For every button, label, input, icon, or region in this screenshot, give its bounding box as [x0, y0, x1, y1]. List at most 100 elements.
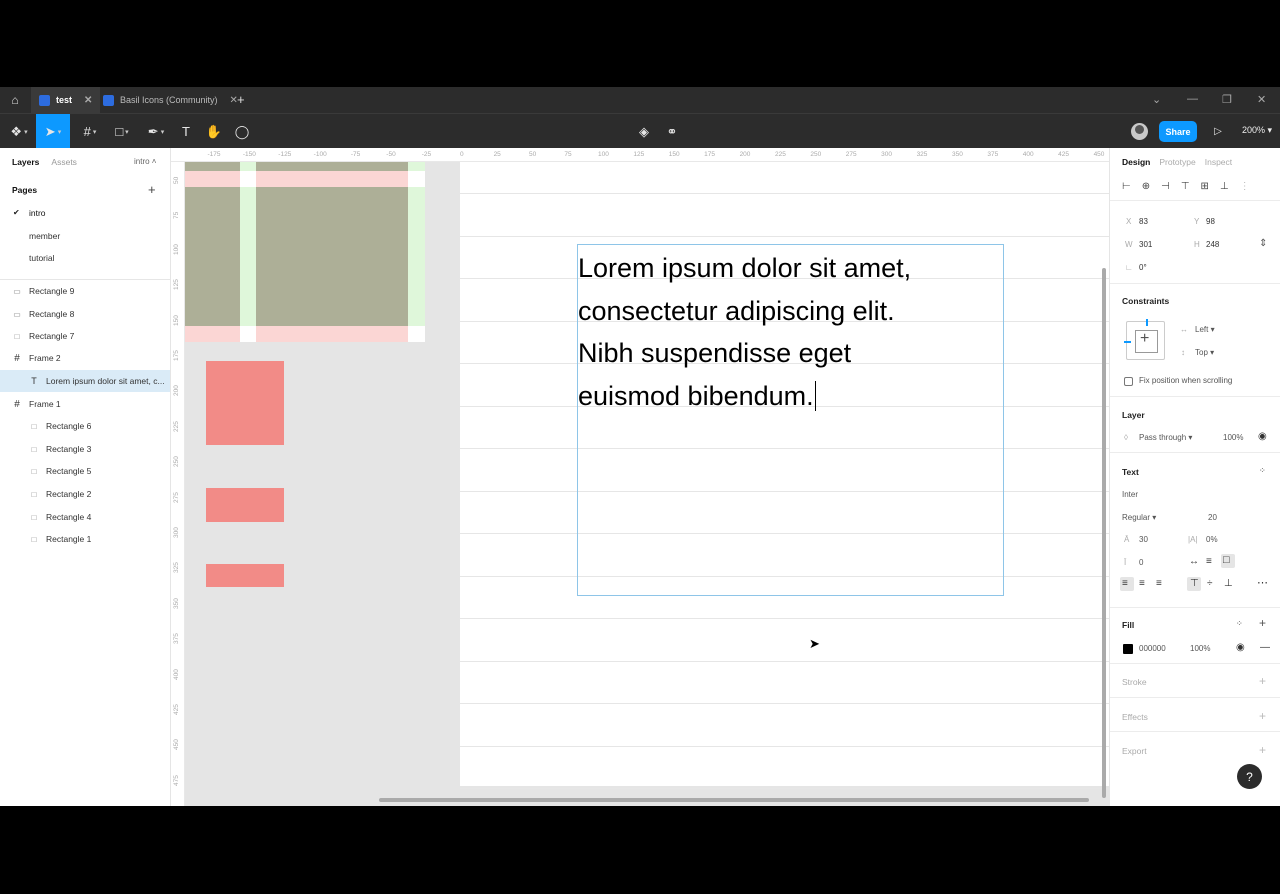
layer-item[interactable]: □ Rectangle 7: [0, 325, 170, 347]
add-page-icon[interactable]: +: [148, 182, 156, 197]
more-options-icon[interactable]: ⋯: [1257, 576, 1268, 589]
help-button[interactable]: ?: [1237, 764, 1262, 789]
eye-icon[interactable]: ◉: [1258, 431, 1267, 442]
y-field[interactable]: 98: [1206, 217, 1215, 226]
auto-width-icon[interactable]: ↔: [1189, 556, 1199, 567]
align-center-h-icon[interactable]: ⊕: [1142, 181, 1150, 192]
constraint-horizontal-select[interactable]: Left ▾: [1195, 325, 1215, 334]
comment-tool-icon[interactable]: ◯: [232, 114, 252, 149]
constraint-vertical-select[interactable]: Top ▾: [1195, 348, 1214, 357]
chevron-down-icon[interactable]: ⌄: [1152, 93, 1161, 106]
text-styles-icon[interactable]: ⁘: [1259, 466, 1266, 475]
remove-fill-icon[interactable]: —: [1260, 642, 1270, 653]
new-tab-icon[interactable]: +: [237, 92, 245, 107]
font-weight-select[interactable]: Regular ▾: [1122, 513, 1156, 522]
main-menu-icon[interactable]: ❖ ▾: [6, 114, 32, 149]
layer-item[interactable]: □ Rectangle 3: [0, 438, 170, 460]
tab-prototype[interactable]: Prototype: [1159, 157, 1195, 167]
text-layer-content[interactable]: Lorem ipsum dolor sit amet, consectetur …: [578, 247, 998, 417]
add-fill-icon[interactable]: +: [1259, 616, 1266, 630]
layer-opacity-field[interactable]: 100%: [1223, 433, 1243, 442]
tab-assets[interactable]: Assets: [51, 157, 77, 167]
hand-tool-icon[interactable]: ✋: [204, 114, 224, 149]
layer-item[interactable]: □ Rectangle 5: [0, 460, 170, 482]
fix-position-checkbox[interactable]: [1124, 377, 1133, 386]
align-left-icon[interactable]: ⊢: [1122, 181, 1131, 192]
auto-height-icon[interactable]: ≡: [1206, 556, 1212, 567]
layer-item-frame[interactable]: # Frame 1: [0, 393, 170, 415]
minimize-icon[interactable]: —: [1187, 93, 1198, 105]
blend-mode-select[interactable]: Pass through ▾: [1139, 433, 1192, 442]
width-field[interactable]: 301: [1139, 240, 1152, 249]
avatar[interactable]: [1131, 123, 1148, 140]
layer-item-text[interactable]: T Lorem ipsum dolor sit amet, c...: [0, 370, 170, 392]
tab-basil-icons[interactable]: Basil Icons (Community) ✕: [95, 87, 246, 113]
rectangle-shape[interactable]: [206, 488, 284, 522]
page-item-intro[interactable]: intro: [29, 208, 46, 218]
text-align-left-icon[interactable]: ≡: [1122, 578, 1128, 589]
align-middle-text-icon[interactable]: ÷: [1207, 578, 1213, 589]
layer-item[interactable]: □ Rectangle 2: [0, 483, 170, 505]
tab-test[interactable]: test ✕: [31, 87, 101, 113]
close-window-icon[interactable]: ✕: [1257, 93, 1266, 106]
page-item-tutorial[interactable]: tutorial: [29, 253, 55, 263]
tab-design[interactable]: Design: [1122, 157, 1150, 167]
frame-tool-icon[interactable]: # ▾: [76, 114, 104, 149]
text-align-right-icon[interactable]: ≡: [1156, 578, 1162, 589]
align-right-icon[interactable]: ⊣: [1161, 181, 1170, 192]
layer-item[interactable]: □ Rectangle 6: [0, 415, 170, 437]
paragraph-spacing-field[interactable]: 0: [1139, 558, 1143, 567]
pen-tool-icon[interactable]: ✒ ▾: [142, 114, 170, 149]
align-top-text-icon[interactable]: ⊤: [1190, 578, 1199, 589]
fill-hex-field[interactable]: 000000: [1139, 644, 1166, 653]
page-selector[interactable]: intro ˄: [134, 157, 156, 166]
tab-inspect[interactable]: Inspect: [1205, 157, 1232, 167]
add-effect-icon[interactable]: +: [1259, 709, 1266, 723]
rectangle-shape[interactable]: [206, 361, 284, 445]
layer-item[interactable]: ▭ Rectangle 9: [0, 280, 170, 302]
fill-styles-icon[interactable]: ⁘: [1236, 619, 1243, 628]
align-bottom-icon[interactable]: ⊥: [1220, 181, 1229, 192]
restore-icon[interactable]: ❐: [1222, 93, 1232, 106]
home-icon[interactable]: ⌂: [8, 93, 22, 107]
layer-item[interactable]: □ Rectangle 4: [0, 506, 170, 528]
align-bottom-text-icon[interactable]: ⊥: [1224, 578, 1233, 589]
rotation-field[interactable]: 0°: [1139, 263, 1147, 272]
page-item-member[interactable]: member: [29, 231, 60, 241]
horizontal-scrollbar[interactable]: [379, 798, 1089, 802]
align-middle-v-icon[interactable]: ⊞: [1201, 181, 1209, 192]
line-height-field[interactable]: 30: [1139, 535, 1148, 544]
tab-layers[interactable]: Layers: [12, 157, 39, 167]
align-top-icon[interactable]: ⊤: [1181, 181, 1190, 192]
move-tool-icon[interactable]: ➤ ▾: [36, 114, 70, 149]
frame-1-grid[interactable]: [185, 162, 425, 342]
text-align-center-icon[interactable]: ≡: [1139, 578, 1145, 589]
vertical-scrollbar[interactable]: [1102, 268, 1106, 798]
shape-tool-icon[interactable]: □ ▾: [108, 114, 136, 149]
layer-item[interactable]: ▭ Rectangle 8: [0, 303, 170, 325]
fill-opacity-field[interactable]: 100%: [1190, 644, 1210, 653]
fixed-size-icon[interactable]: □: [1223, 554, 1230, 566]
rectangle-shape[interactable]: [206, 564, 284, 587]
add-stroke-icon[interactable]: +: [1259, 674, 1266, 688]
fill-color-swatch[interactable]: [1123, 644, 1133, 654]
height-field[interactable]: 248: [1206, 240, 1219, 249]
text-tool-icon[interactable]: T: [176, 114, 196, 149]
close-icon[interactable]: ✕: [84, 95, 92, 106]
constraints-widget[interactable]: +: [1124, 319, 1165, 360]
font-family-select[interactable]: Inter: [1122, 490, 1138, 499]
add-export-icon[interactable]: +: [1259, 743, 1266, 757]
layer-item[interactable]: □ Rectangle 1: [0, 528, 170, 550]
layer-item-frame[interactable]: # Frame 2: [0, 347, 170, 369]
component-icon[interactable]: ◈: [634, 114, 654, 149]
zoom-dropdown[interactable]: 200% ▾: [1242, 125, 1272, 136]
share-button[interactable]: Share: [1159, 121, 1197, 142]
fill-visibility-eye-icon[interactable]: ◉: [1236, 642, 1245, 653]
distribute-icon[interactable]: ⋮: [1240, 181, 1250, 192]
constrain-proportions-icon[interactable]: ⇕: [1259, 238, 1267, 249]
x-field[interactable]: 83: [1139, 217, 1148, 226]
font-size-field[interactable]: 20: [1208, 513, 1217, 522]
canvas[interactable]: Lorem ipsum dolor sit amet, consectetur …: [171, 148, 1109, 806]
link-icon[interactable]: ⚭: [662, 114, 682, 149]
present-play-icon[interactable]: ▷: [1208, 114, 1228, 149]
